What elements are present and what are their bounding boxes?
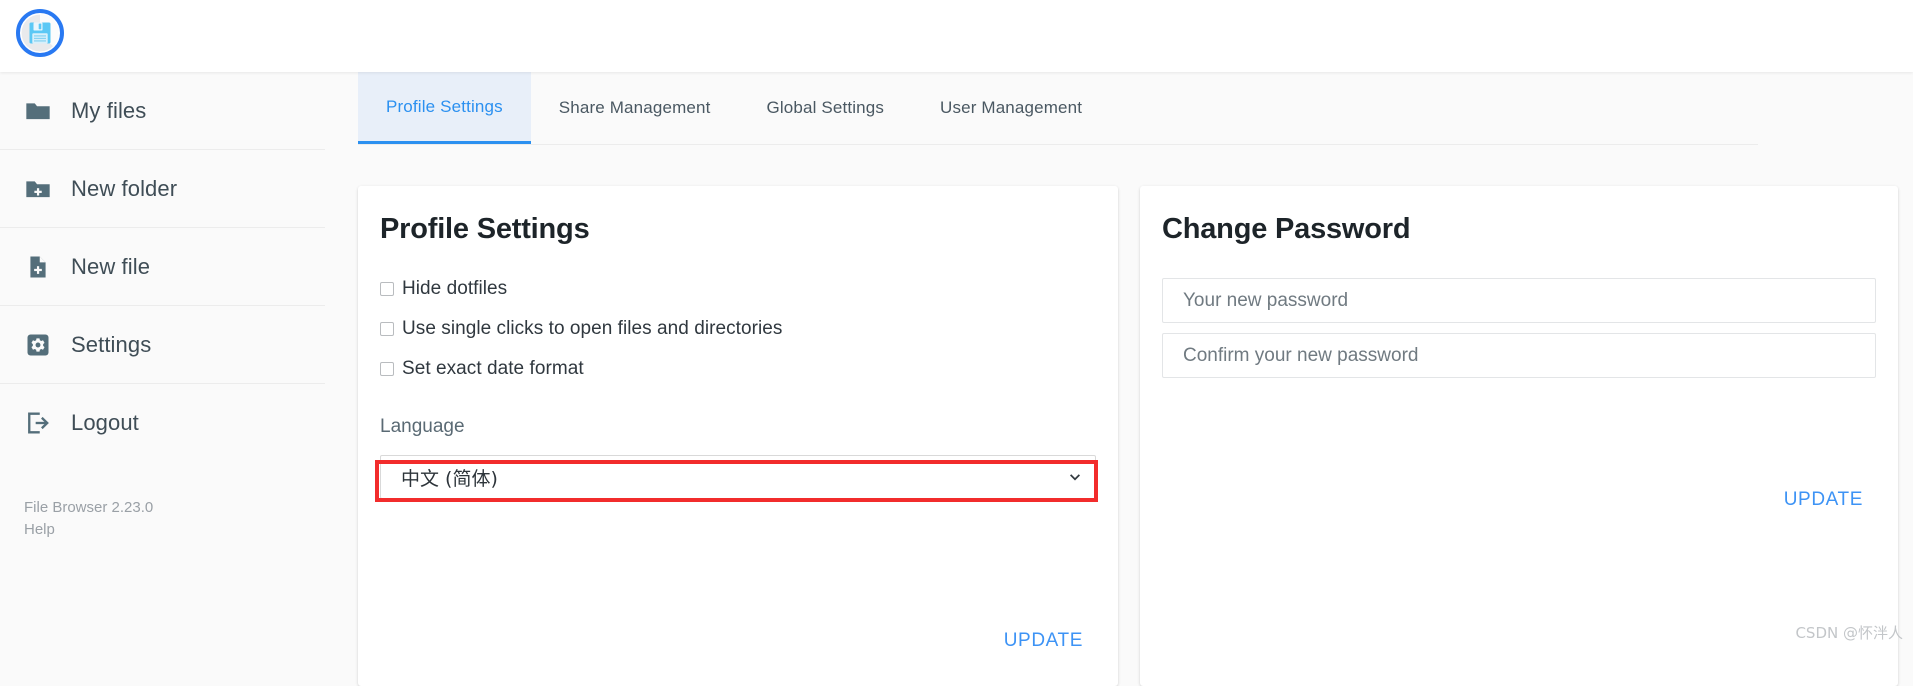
checkbox-label: Set exact date format xyxy=(402,358,584,379)
sidebar-item-logout[interactable]: Logout xyxy=(0,384,325,461)
sidebar-item-label: New file xyxy=(71,253,151,279)
settings-cards-row: Profile Settings Hide dotfiles Use singl… xyxy=(358,186,1898,686)
change-password-card: Change Password UPDATE xyxy=(1140,186,1898,686)
change-password-title: Change Password xyxy=(1162,213,1411,245)
settings-tab-bar: Profile Settings Share Management Global… xyxy=(358,72,1758,145)
single-click-checkbox[interactable] xyxy=(380,322,394,336)
sidebar: My files New folder New file Settings Lo… xyxy=(0,72,325,649)
folder-icon xyxy=(26,102,50,119)
language-select-wrap: 中文 (简体) xyxy=(375,455,1098,502)
checkbox-row-single-click[interactable]: Use single clicks to open files and dire… xyxy=(380,318,1096,340)
sidebar-item-label: My files xyxy=(71,97,147,123)
checkbox-row-hide-dotfiles[interactable]: Hide dotfiles xyxy=(380,278,1096,300)
sidebar-group-newfile: New file xyxy=(0,228,325,306)
exact-date-format-checkbox[interactable] xyxy=(380,362,394,376)
tab-label: Share Management xyxy=(558,98,711,117)
language-label: Language xyxy=(380,416,465,437)
password-fields xyxy=(1162,278,1876,378)
sidebar-item-new-folder[interactable]: New folder xyxy=(0,150,325,227)
sidebar-item-label: Logout xyxy=(71,409,139,435)
tab-label: Global Settings xyxy=(766,98,885,117)
app-root: My files New folder New file Settings Lo… xyxy=(0,0,1913,686)
profile-settings-title: Profile Settings xyxy=(380,213,590,245)
sidebar-group-create: New folder xyxy=(0,150,325,228)
tab-user-management[interactable]: User Management xyxy=(912,72,1110,144)
logout-icon xyxy=(28,412,49,433)
top-header-bar xyxy=(0,0,1913,72)
checkbox-row-exact-date-format[interactable]: Set exact date format xyxy=(380,358,1096,380)
floppy-disk-logo-icon[interactable] xyxy=(14,7,66,59)
tab-global-settings[interactable]: Global Settings xyxy=(738,72,912,144)
file-plus-icon xyxy=(30,256,46,277)
help-link[interactable]: Help xyxy=(24,519,325,541)
new-password-input[interactable] xyxy=(1162,278,1876,323)
gear-icon xyxy=(27,334,49,355)
main-content: Profile Settings Share Management Global… xyxy=(325,72,1913,686)
app-version-text: File Browser 2.23.0 xyxy=(24,499,154,516)
tab-profile-settings[interactable]: Profile Settings xyxy=(358,72,531,144)
sidebar-footer: File Browser 2.23.0 Help xyxy=(0,461,325,541)
sidebar-group-settings: Settings xyxy=(0,306,325,384)
sidebar-group-logout: Logout xyxy=(0,384,325,461)
sidebar-item-my-files[interactable]: My files xyxy=(0,72,325,149)
checkbox-label: Use single clicks to open files and dire… xyxy=(402,318,783,339)
language-select[interactable]: 中文 (简体) xyxy=(380,455,1096,499)
tab-share-management[interactable]: Share Management xyxy=(531,72,739,144)
profile-checkbox-list: Hide dotfiles Use single clicks to open … xyxy=(380,278,1096,380)
hide-dotfiles-checkbox[interactable] xyxy=(380,282,394,296)
confirm-password-input[interactable] xyxy=(1162,333,1876,378)
checkbox-label: Hide dotfiles xyxy=(402,278,508,299)
sidebar-item-new-file[interactable]: New file xyxy=(0,228,325,305)
folder-plus-icon xyxy=(26,180,50,197)
csdn-watermark: CSDN @怀泮人 xyxy=(1795,624,1903,642)
tab-label: User Management xyxy=(940,98,1083,117)
sidebar-item-settings[interactable]: Settings xyxy=(0,306,325,383)
profile-settings-card: Profile Settings Hide dotfiles Use singl… xyxy=(358,186,1118,686)
sidebar-group-files: My files xyxy=(0,72,325,150)
sidebar-item-label: Settings xyxy=(71,331,152,357)
tab-label: Profile Settings xyxy=(386,96,503,116)
password-update-button[interactable]: UPDATE xyxy=(1784,489,1863,511)
sidebar-item-label: New folder xyxy=(71,175,178,201)
